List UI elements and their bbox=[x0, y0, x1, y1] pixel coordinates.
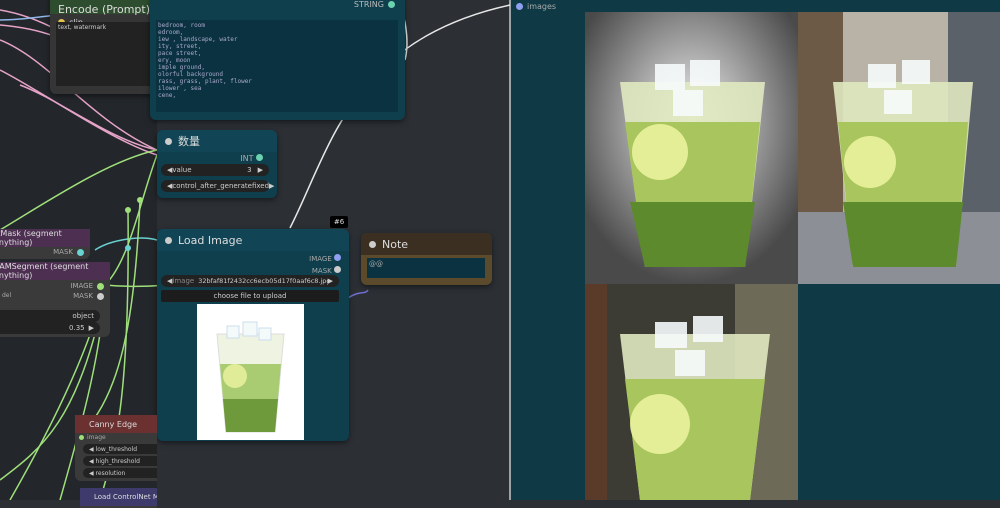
value-value: 3 bbox=[247, 166, 252, 174]
sam-prompt-value: object bbox=[72, 312, 94, 320]
string-line: edroom, bbox=[158, 29, 184, 36]
sam-node-title: SAMSegment (segment anything) bbox=[0, 262, 110, 280]
sam-threshold-widget[interactable]: 0.35 ▶ bbox=[0, 322, 100, 334]
load-controlnet-node[interactable]: Load ControlNet Mo bbox=[80, 488, 157, 508]
clip-node-title[interactable]: CLIP Text Encode (Prompt) bbox=[50, 0, 158, 16]
loaded-image-preview bbox=[197, 304, 304, 440]
low-threshold-widget[interactable]: ◀ low_threshold bbox=[83, 444, 157, 454]
sam-prompt-widget[interactable]: object bbox=[0, 310, 100, 322]
string-line: olorful background bbox=[158, 71, 224, 78]
string-line: imple ground, bbox=[158, 64, 205, 71]
string-line: ery, moon bbox=[158, 57, 191, 64]
high-arrow-icon[interactable]: ◀ bbox=[89, 458, 94, 465]
note-title: Note bbox=[382, 237, 409, 251]
image-output-dot[interactable] bbox=[334, 254, 341, 261]
number-node[interactable]: 数量 INT ◀ value 3 ▶ ◀ control_after_gener… bbox=[157, 130, 277, 198]
sam-image-out-dot[interactable] bbox=[97, 282, 104, 290]
canny-image-in-label: image bbox=[87, 434, 106, 441]
string-line: iew , landscape, water bbox=[158, 36, 238, 43]
threshold-arrow-icon[interactable]: ▶ bbox=[89, 324, 94, 332]
string-line: cene, bbox=[158, 92, 177, 99]
string-line: ilower , sea bbox=[158, 85, 202, 92]
value-label: value bbox=[172, 166, 192, 174]
low-arrow-icon[interactable]: ◀ bbox=[89, 446, 94, 453]
string-line: ity, street, bbox=[158, 43, 202, 50]
gallery-image-2[interactable] bbox=[798, 12, 1000, 284]
resolution-widget[interactable]: ◀ resolution bbox=[83, 468, 157, 478]
control-after-generate-widget[interactable]: ◀ control_after_generate fixed ▶ bbox=[161, 180, 274, 192]
canny-edge-node[interactable]: Canny Edge image ◀ low_threshold ◀ high_… bbox=[75, 415, 157, 481]
invert-mask-node[interactable]: rtMask (segment anything) MASK bbox=[0, 229, 90, 259]
cag-label: control_after_generate bbox=[172, 182, 252, 190]
collapse-dot-icon[interactable] bbox=[165, 236, 172, 244]
image-gallery bbox=[585, 12, 1000, 500]
canny-node-title: Canny Edge bbox=[75, 415, 157, 433]
node-id-badge: #6 bbox=[330, 216, 348, 228]
int-output-dot[interactable] bbox=[256, 154, 263, 161]
sam-segment-node[interactable]: SAMSegment (segment anything) IMAGE MASK… bbox=[0, 262, 110, 337]
next-arrow-icon[interactable]: ▶ bbox=[269, 182, 274, 190]
number-node-title: 数量 bbox=[178, 135, 200, 148]
controlnet-node-title: Load ControlNet Mo bbox=[80, 488, 157, 506]
high-threshold-widget[interactable]: ◀ high_threshold bbox=[83, 456, 157, 466]
high-threshold-label: high_threshold bbox=[95, 457, 140, 465]
int-output-label: INT bbox=[240, 154, 254, 163]
string-text-area[interactable]: bedroom, room edroom, iew , landscape, wat… bbox=[156, 20, 398, 112]
note-text-area[interactable]: @@ bbox=[367, 258, 485, 278]
collapse-dot-icon[interactable] bbox=[165, 137, 172, 145]
collapse-dot-icon[interactable] bbox=[369, 240, 376, 248]
image-select-label: image bbox=[172, 277, 195, 285]
panel-divider[interactable] bbox=[509, 0, 511, 500]
gallery-image-1[interactable] bbox=[585, 12, 798, 284]
low-threshold-label: low_threshold bbox=[95, 445, 138, 453]
increment-arrow-icon[interactable]: ▶ bbox=[258, 166, 263, 174]
gallery-image-3[interactable] bbox=[585, 284, 798, 500]
load-image-node[interactable]: Load Image IMAGE MASK ◀ image 32bfaf81f2… bbox=[157, 229, 349, 441]
string-list-node[interactable]: STRING bedroom, room edroom, iew , landsca… bbox=[150, 0, 405, 120]
next-file-arrow-icon[interactable]: ▶ bbox=[328, 277, 333, 285]
value-widget[interactable]: ◀ value 3 ▶ bbox=[161, 164, 269, 176]
images-input-label: images bbox=[527, 2, 557, 11]
sam-mask-out-label: MASK bbox=[73, 292, 93, 300]
string-output-dot[interactable] bbox=[388, 1, 395, 8]
res-arrow-icon[interactable]: ◀ bbox=[89, 470, 94, 477]
mask-out-dot[interactable] bbox=[77, 248, 84, 256]
clip-text-area[interactable]: text, watermark bbox=[56, 22, 158, 86]
image-output-label: IMAGE bbox=[309, 255, 332, 263]
sam-model-label: del bbox=[2, 292, 12, 299]
sam-mask-out-dot[interactable] bbox=[97, 292, 104, 300]
image-filename: 32bfaf81f2432cc6ecb05d17f0aaf6c8.jpg bbox=[198, 277, 328, 285]
mask-output-label: MASK bbox=[311, 267, 332, 275]
image-select-widget[interactable]: ◀ image 32bfaf81f2432cc6ecb05d17f0aaf6c8… bbox=[161, 275, 339, 287]
sam-threshold-value: 0.35 bbox=[69, 324, 85, 332]
mask-node-title: rtMask (segment anything) bbox=[0, 229, 90, 247]
mask-output-dot[interactable] bbox=[334, 266, 341, 273]
sam-image-out-label: IMAGE bbox=[70, 282, 93, 290]
string-output-label: STRING bbox=[353, 0, 384, 9]
canny-image-in-dot[interactable] bbox=[79, 435, 84, 440]
upload-button[interactable]: choose file to upload bbox=[161, 290, 339, 302]
cag-value: fixed bbox=[251, 182, 270, 190]
string-line: bedroom, room bbox=[158, 22, 205, 29]
images-input-dot[interactable] bbox=[516, 3, 523, 10]
mask-out-label: MASK bbox=[53, 248, 73, 256]
resolution-label: resolution bbox=[95, 469, 126, 477]
note-node[interactable]: Note @@ bbox=[361, 233, 492, 285]
load-image-title: Load Image bbox=[178, 233, 243, 247]
clip-text-encode-node[interactable]: CLIP Text Encode (Prompt) clip text, wat… bbox=[50, 0, 158, 94]
string-line: rass, grass, plant, flower bbox=[158, 78, 252, 85]
string-line: pace street, bbox=[158, 50, 202, 57]
